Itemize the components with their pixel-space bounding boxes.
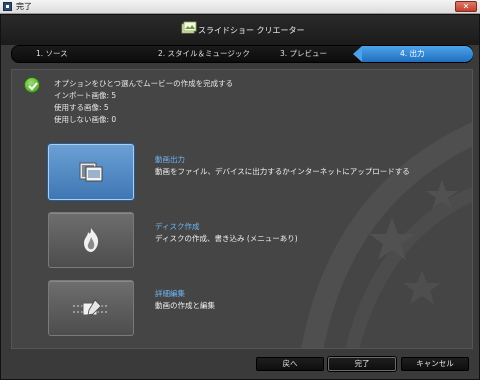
summary-text: オプションをひとつ選んでムービーの作成を完成する インポート画像: 5 使用する…: [54, 78, 233, 126]
disc-burn-icon: [84, 228, 99, 252]
advanced-edit-button[interactable]: [48, 280, 134, 336]
step-style-music[interactable]: 2. スタイル＆ミュージック: [158, 46, 250, 62]
step-output[interactable]: 4. 出力: [353, 46, 473, 62]
instruction-text: オプションをひとつ選んでムービーの作成を完成する: [54, 79, 234, 88]
output-panel: オプションをひとつ選んでムービーの作成を完成する インポート画像: 5 使用する…: [11, 69, 473, 349]
cancel-button[interactable]: キャンセル: [401, 357, 469, 371]
step-preview[interactable]: 3. プレビュー: [280, 46, 327, 62]
advanced-edit-title[interactable]: 詳細編集: [155, 288, 215, 300]
edit-timeline-icon: [73, 299, 109, 316]
app-header: スライドショー クリエーター: [1, 15, 479, 45]
disc-create-button[interactable]: [48, 212, 134, 268]
window-close-button[interactable]: ✕: [455, 1, 477, 12]
video-output-title[interactable]: 動画出力: [155, 154, 410, 166]
disc-create-title[interactable]: ディスク作成: [155, 221, 298, 233]
slideshow-window: スライドショー クリエーター 1. ソース 2. スタイル＆ミュージック 3. …: [0, 14, 480, 380]
window-title: 完了: [16, 2, 32, 11]
window-titlebar: 完了 ✕: [0, 0, 480, 14]
success-check-icon: [24, 77, 40, 93]
step-source[interactable]: 1. ソース: [36, 46, 68, 62]
video-output-text: 動画出力 動画をファイル、デバイスに出力するかインターネットにアップロードする: [155, 154, 410, 178]
finish-button[interactable]: 完了: [328, 357, 396, 371]
film-icon: [79, 162, 103, 182]
app-title: スライドショー クリエーター: [198, 26, 305, 35]
back-button[interactable]: 戻へ: [256, 357, 324, 371]
advanced-edit-desc: 動画の作成と編集: [155, 301, 215, 310]
wizard-steps: 1. ソース 2. スタイル＆ミュージック 3. プレビュー 4. 出力: [11, 45, 473, 63]
imported-count: インポート画像: 5: [54, 91, 117, 100]
disc-create-desc: ディスクの作成、書き込み (メニューあり): [155, 234, 298, 243]
slideshow-logo-icon: [181, 21, 197, 34]
unused-count: 使用しない画像: 0: [54, 115, 117, 124]
disc-create-text: ディスク作成 ディスクの作成、書き込み (メニューあり): [155, 221, 298, 245]
video-output-desc: 動画をファイル、デバイスに出力するかインターネットにアップロードする: [155, 167, 410, 176]
advanced-edit-text: 詳細編集 動画の作成と編集: [155, 288, 215, 312]
video-output-button[interactable]: [48, 144, 134, 200]
app-icon: [3, 2, 12, 11]
used-count: 使用する画像: 5: [54, 103, 109, 112]
